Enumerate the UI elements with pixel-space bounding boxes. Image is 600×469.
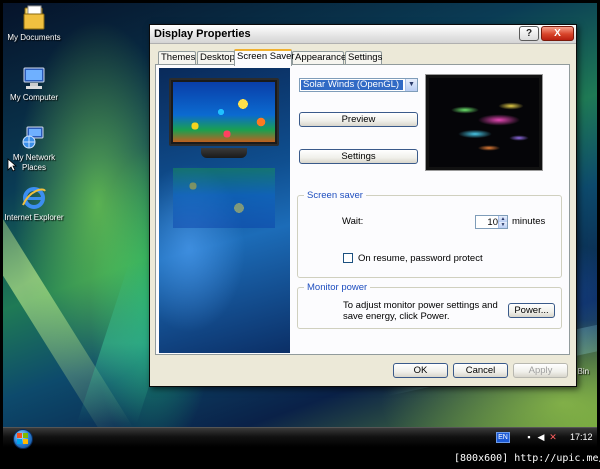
- screensaver-thumbnail: [425, 74, 543, 171]
- monitor-power-group-legend: Monitor power: [304, 282, 371, 293]
- language-indicator[interactable]: EN: [496, 432, 510, 443]
- power-button[interactable]: Power...: [508, 303, 555, 318]
- windows-logo-icon: [17, 433, 28, 444]
- watermark-text: [800x600] http://upic.me/: [452, 451, 600, 466]
- screensaver-select-value: Solar Winds (OpenGL): [301, 80, 403, 90]
- password-protect-checkbox[interactable]: [343, 253, 353, 263]
- apply-button[interactable]: Apply: [513, 363, 568, 378]
- desktop-icon-my-computer[interactable]: My Computer: [3, 65, 65, 103]
- screensaver-select[interactable]: Solar Winds (OpenGL) ▼: [299, 78, 418, 92]
- my-computer-icon: [23, 67, 45, 89]
- desktop-icon-label: My Documents: [7, 33, 61, 42]
- screen-saver-group: Screen saver Wait: 10 ▲ ▼ minutes On res…: [297, 190, 562, 278]
- minutes-label: minutes: [512, 216, 546, 227]
- monitor-power-description: To adjust monitor power settings and sav…: [343, 300, 498, 322]
- tab-appearance[interactable]: Appearance: [292, 51, 346, 65]
- desktop-icon-internet-explorer[interactable]: Internet Explorer: [3, 185, 65, 223]
- password-protect-label: On resume, password protect: [358, 253, 483, 264]
- my-documents-icon: [23, 5, 45, 30]
- wait-minutes-stepper[interactable]: 10 ▲ ▼: [475, 215, 508, 229]
- volume-icon[interactable]: ◀: [536, 432, 546, 443]
- tab-settings[interactable]: Settings: [345, 51, 382, 65]
- monitor-stand: [201, 148, 247, 158]
- desktop-icon-label: Internet Explorer: [4, 213, 64, 222]
- window-title: Display Properties: [154, 28, 251, 40]
- wait-label: Wait:: [342, 216, 364, 227]
- screen-saver-group-legend: Screen saver: [304, 190, 366, 201]
- desktop-icon-my-documents[interactable]: My Documents: [3, 5, 65, 43]
- window-titlebar[interactable]: Display Properties ? X: [150, 25, 576, 44]
- help-button[interactable]: ?: [519, 26, 539, 41]
- display-properties-window: Display Properties ? X Themes Desktop Sc…: [149, 24, 577, 387]
- security-alert-icon[interactable]: ✕: [548, 432, 558, 443]
- network-places-icon: [22, 126, 44, 149]
- internet-explorer-icon: [22, 187, 46, 209]
- preview-button[interactable]: Preview: [299, 112, 418, 127]
- screensaver-preview-image: [159, 68, 290, 353]
- start-button[interactable]: [13, 429, 33, 449]
- screensaver-settings-button[interactable]: Settings: [299, 149, 418, 164]
- tab-screen-saver[interactable]: Screen Saver: [234, 49, 295, 66]
- cancel-button[interactable]: Cancel: [453, 363, 508, 378]
- chevron-down-icon[interactable]: ▼: [405, 79, 417, 91]
- aquarium-screen-image: [173, 82, 275, 142]
- solar-winds-preview-image: [429, 78, 539, 167]
- close-button[interactable]: X: [541, 26, 574, 41]
- safely-remove-icon[interactable]: ▪: [524, 432, 534, 443]
- taskbar: EN ▪ ◀ ✕ 17:12: [3, 427, 597, 449]
- mouse-pointer-icon: [7, 158, 17, 172]
- wait-minutes-value: 10: [487, 217, 498, 228]
- spin-down-icon[interactable]: ▼: [498, 222, 507, 228]
- monitor-reflection: [173, 168, 275, 228]
- tab-desktop[interactable]: Desktop: [197, 51, 235, 65]
- ok-button[interactable]: OK: [393, 363, 448, 378]
- screen-saver-panel: Solar Winds (OpenGL) ▼ Preview Settings …: [155, 64, 570, 355]
- desktop-icon-label: My Computer: [9, 93, 58, 102]
- tab-themes[interactable]: Themes: [158, 51, 196, 65]
- taskbar-clock[interactable]: 17:12: [570, 432, 593, 442]
- monitor-power-group: Monitor power To adjust monitor power se…: [297, 282, 562, 329]
- monitor-graphic: [169, 78, 279, 146]
